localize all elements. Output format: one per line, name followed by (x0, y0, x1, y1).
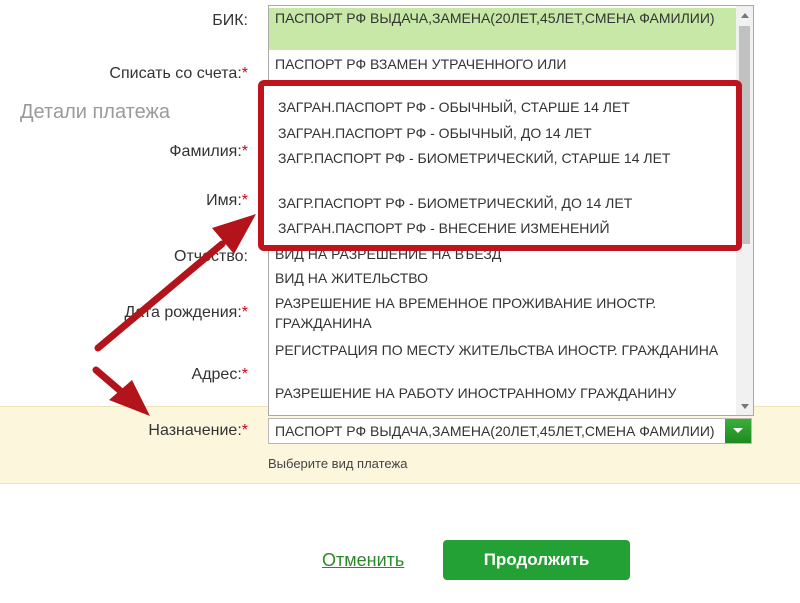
section-title: Детали платежа (20, 101, 170, 123)
cancel-link[interactable]: Отменить (322, 550, 404, 571)
surname-label-text: Фамилия: (169, 143, 242, 160)
patronymic-label: Отчество: (174, 248, 248, 266)
required-mark: * (241, 366, 248, 383)
required-mark: * (241, 422, 248, 439)
debit-account-label-text: Списать со счета: (109, 65, 242, 82)
dropdown-option[interactable]: РАЗРЕШЕНИЕ НА ВРЕМЕННОЕ ПРОЖИВАНИЕ ИНОСТ… (269, 293, 737, 337)
birthdate-label: Дата рождения:* (124, 304, 248, 322)
birthdate-label-text: Дата рождения: (124, 304, 242, 321)
highlight-box: ЗАГРАН.ПАСПОРТ РФ - ОБЫЧНЫЙ, СТАРШЕ 14 Л… (258, 80, 742, 251)
dropdown-option[interactable]: ПАСПОРТ РФ ВЗАМЕН УТРАЧЕННОГО ИЛИ (269, 54, 737, 76)
arrow-to-list-icon (94, 214, 256, 352)
required-mark: * (241, 143, 248, 160)
purpose-label-text: Назначение: (148, 422, 242, 439)
purpose-select-value: ПАСПОРТ РФ ВЫДАЧА,ЗАМЕНА(20ЛЕТ,45ЛЕТ,СМЕ… (275, 423, 715, 439)
purpose-hint: Выберите вид платежа (268, 456, 408, 471)
chevron-down-icon[interactable] (725, 419, 751, 443)
debit-account-label: Списать со счета:* (109, 65, 248, 83)
purpose-select[interactable]: ПАСПОРТ РФ ВЫДАЧА,ЗАМЕНА(20ЛЕТ,45ЛЕТ,СМЕ… (268, 418, 752, 444)
required-mark: * (241, 192, 248, 209)
dropdown-option[interactable]: РЕГИСТРАЦИЯ ПО МЕСТУ ЖИТЕЛЬСТВА ИНОСТР. … (269, 340, 737, 384)
dropdown-option[interactable]: РАЗРЕШЕНИЕ НА РАБОТУ ИНОСТРАННОМУ ГРАЖДА… (269, 383, 737, 415)
name-label: Имя:* (206, 192, 248, 210)
scroll-down-icon[interactable] (736, 398, 753, 415)
dropdown-option-selected[interactable]: ПАСПОРТ РФ ВЫДАЧА,ЗАМЕНА(20ЛЕТ,45ЛЕТ,СМЕ… (269, 8, 737, 50)
address-label-text: Адрес: (191, 366, 242, 383)
address-label: Адрес:* (192, 366, 248, 384)
name-label-text: Имя: (206, 192, 242, 209)
highlighted-option[interactable]: ЗАГРАН.ПАСПОРТ РФ - ОБЫЧНЫЙ, ДО 14 ЛЕТ (278, 123, 718, 143)
highlighted-option[interactable]: ЗАГРАН.ПАСПОРТ РФ - ВНЕСЕНИЕ ИЗМЕНЕНИЙ (278, 218, 718, 238)
highlighted-option[interactable]: ЗАГР.ПАСПОРТ РФ - БИОМЕТРИЧЕСКИЙ, ДО 14 … (278, 193, 718, 213)
highlighted-option[interactable]: ЗАГР.ПАСПОРТ РФ - БИОМЕТРИЧЕСКИЙ, СТАРШЕ… (278, 148, 718, 168)
required-mark: * (241, 65, 248, 82)
continue-button[interactable]: Продолжить (443, 540, 630, 580)
surname-label: Фамилия:* (169, 143, 248, 161)
required-mark: * (241, 304, 248, 321)
purpose-label: Назначение:* (148, 422, 248, 440)
bik-label: БИК: (212, 12, 248, 30)
scroll-up-icon[interactable] (736, 6, 753, 23)
dropdown-option[interactable]: ВИД НА ЖИТЕЛЬСТВО (269, 268, 737, 290)
patronymic-label-text: Отчество: (174, 248, 248, 265)
bik-label-text: БИК: (212, 12, 248, 29)
highlighted-option[interactable]: ЗАГРАН.ПАСПОРТ РФ - ОБЫЧНЫЙ, СТАРШЕ 14 Л… (278, 97, 718, 117)
